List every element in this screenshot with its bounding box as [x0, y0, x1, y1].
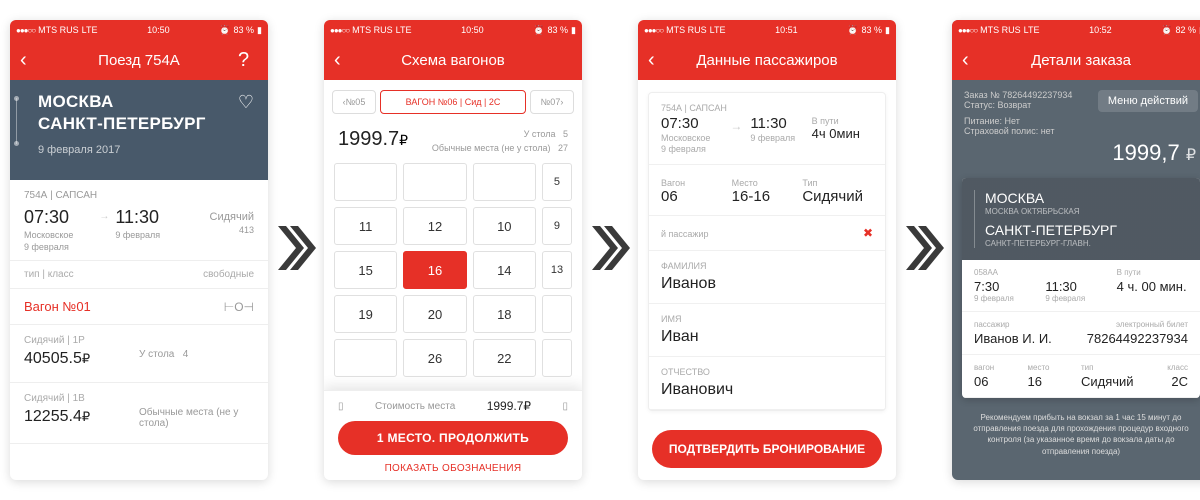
flow-arrow-icon [276, 218, 316, 283]
seat[interactable] [334, 339, 397, 377]
total-price: 1999,7 ₽ [952, 140, 1200, 178]
tab-current-wagon[interactable]: ВАГОН №06 | Сид | 2С [380, 90, 526, 114]
seat[interactable]: 13 [542, 251, 572, 289]
navbar: ‹ Детали заказа [952, 40, 1200, 80]
surname-field[interactable]: ФАМИЛИЯ Иванов [649, 251, 885, 304]
status-bar: ●●●○○MTS RUSLTE 10:50 ⏰83 %▮ [324, 20, 582, 40]
patronymic-field[interactable]: ОТЧЕСТВО Иванович [649, 357, 885, 410]
arrow-icon: → [730, 119, 742, 154]
order-meta: Заказ № 78264492237934 Статус: Возврат П… [952, 80, 1200, 140]
page-title: Схема вагонов [354, 52, 552, 69]
seat-grid: 5 1112109 15161413 192018 2622 [324, 163, 582, 377]
table-icon: ▯ [562, 401, 568, 412]
seat[interactable] [542, 339, 572, 377]
wagon-row[interactable]: Вагон №01 ⊢O⊣ [10, 289, 268, 325]
footer-note: Рекомендуем прибыть на вокзал за 1 час 1… [952, 404, 1200, 465]
route-hero: МОСКВА САНКТ-ПЕТЕРБУРГ 9 февраля 2017 ♡ [10, 80, 268, 180]
status-bar: ●●●○○MTS RUSLTE 10:51 ⏰83 %▮ [638, 20, 896, 40]
tab-next-wagon[interactable]: №07› [530, 90, 574, 114]
arrow-icon: → [99, 211, 109, 222]
arrival-time: 11:30 [115, 207, 184, 228]
actions-menu-button[interactable]: Меню действий [1098, 90, 1198, 112]
class-row-1[interactable]: Сидячий | 1Р 40505.5₽ У стола 4 [10, 325, 268, 383]
coupling-icon: ⊢O⊣ [224, 300, 254, 314]
legend-link[interactable]: ПОКАЗАТЬ ОБОЗНАЧЕНИЯ [338, 463, 568, 474]
from-city: МОСКВА [38, 92, 254, 112]
passenger-header: й пассажир ✖ [649, 216, 885, 251]
train-code: 754А | САПСАН [24, 190, 254, 201]
screen-train-details: ●●●○○MTS RUSLTE 10:50 ⏰83 %▮ ‹ Поезд 754… [10, 20, 268, 480]
seat[interactable]: 18 [473, 295, 536, 333]
class-row-2[interactable]: Сидячий | 1В 12255.4₽ Обычные места (не … [10, 383, 268, 444]
travel-date: 9 февраля 2017 [38, 144, 254, 156]
continue-button[interactable]: 1 МЕСТО. ПРОДОЛЖИТЬ [338, 421, 568, 455]
columns-header: тип | класс свободные [10, 261, 268, 289]
screen-passenger-data: ●●●○○MTS RUSLTE 10:51 ⏰83 %▮ ‹ Данные па… [638, 20, 896, 480]
seat[interactable] [334, 163, 397, 201]
seat[interactable]: 5 [542, 163, 572, 201]
tab-prev-wagon[interactable]: ‹№05 [332, 90, 376, 114]
favorite-icon[interactable]: ♡ [238, 92, 254, 113]
flow-arrow-icon [590, 218, 630, 283]
back-icon[interactable]: ‹ [20, 50, 40, 70]
seat[interactable]: 22 [473, 339, 536, 377]
help-icon[interactable]: ? [238, 50, 258, 70]
footer-panel: ▯ Стоимость места 1999.7₽ ▯ 1 МЕСТО. ПРО… [324, 390, 582, 480]
delete-icon[interactable]: ✖ [863, 226, 873, 240]
train-summary: 754А | САПСАН 07:30 Московское 9 февраля… [10, 180, 268, 261]
page-title: Данные пассажиров [668, 52, 866, 69]
page-title: Поезд 754А [40, 52, 238, 69]
seat[interactable]: 19 [334, 295, 397, 333]
seat[interactable] [403, 163, 466, 201]
price-legend: 1999.7₽ У стола 5 Обычные места (не у ст… [324, 124, 582, 163]
seat[interactable] [473, 163, 536, 201]
status-bar: ●●●○○MTS RUSLTE 10:52 ⏰82 %▮ [952, 20, 1200, 40]
summary-card: 754А | САПСАН 07:30 Московское 9 февраля… [648, 92, 886, 411]
navbar: ‹ Поезд 754А ? [10, 40, 268, 80]
back-icon[interactable]: ‹ [962, 50, 982, 70]
back-icon[interactable]: ‹ [334, 50, 354, 70]
seat[interactable]: 20 [403, 295, 466, 333]
seat[interactable]: 15 [334, 251, 397, 289]
flow-arrow-icon [904, 218, 944, 283]
seat[interactable] [542, 295, 572, 333]
screen-order-details: ●●●○○MTS RUSLTE 10:52 ⏰82 %▮ ‹ Детали за… [952, 20, 1200, 480]
seat[interactable]: 9 [542, 207, 572, 245]
seat[interactable]: 12 [403, 207, 466, 245]
seat[interactable]: 11 [334, 207, 397, 245]
screen-seat-map: ●●●○○MTS RUSLTE 10:50 ⏰83 %▮ ‹ Схема ваг… [324, 20, 582, 480]
name-field[interactable]: ИМЯ Иван [649, 304, 885, 357]
navbar: ‹ Схема вагонов [324, 40, 582, 80]
table-icon: ▯ [338, 401, 344, 412]
seat[interactable]: 14 [473, 251, 536, 289]
confirm-booking-button[interactable]: ПОДТВЕРДИТЬ БРОНИРОВАНИЕ [652, 430, 882, 468]
page-title: Детали заказа [982, 52, 1180, 69]
seat[interactable]: 10 [473, 207, 536, 245]
departure-time: 07:30 [24, 207, 93, 228]
to-city: САНКТ-ПЕТЕРБУРГ [38, 114, 254, 134]
wagon-tabs: ‹№05 ВАГОН №06 | Сид | 2С №07› [324, 80, 582, 124]
status-bar: ●●●○○MTS RUSLTE 10:50 ⏰83 %▮ [10, 20, 268, 40]
back-icon[interactable]: ‹ [648, 50, 668, 70]
navbar: ‹ Данные пассажиров [638, 40, 896, 80]
seat[interactable]: 26 [403, 339, 466, 377]
seat-selected[interactable]: 16 [403, 251, 466, 289]
ticket-card: МОСКВА МОСКВА ОКТЯБРЬСКАЯ САНКТ-ПЕТЕРБУР… [962, 178, 1200, 398]
